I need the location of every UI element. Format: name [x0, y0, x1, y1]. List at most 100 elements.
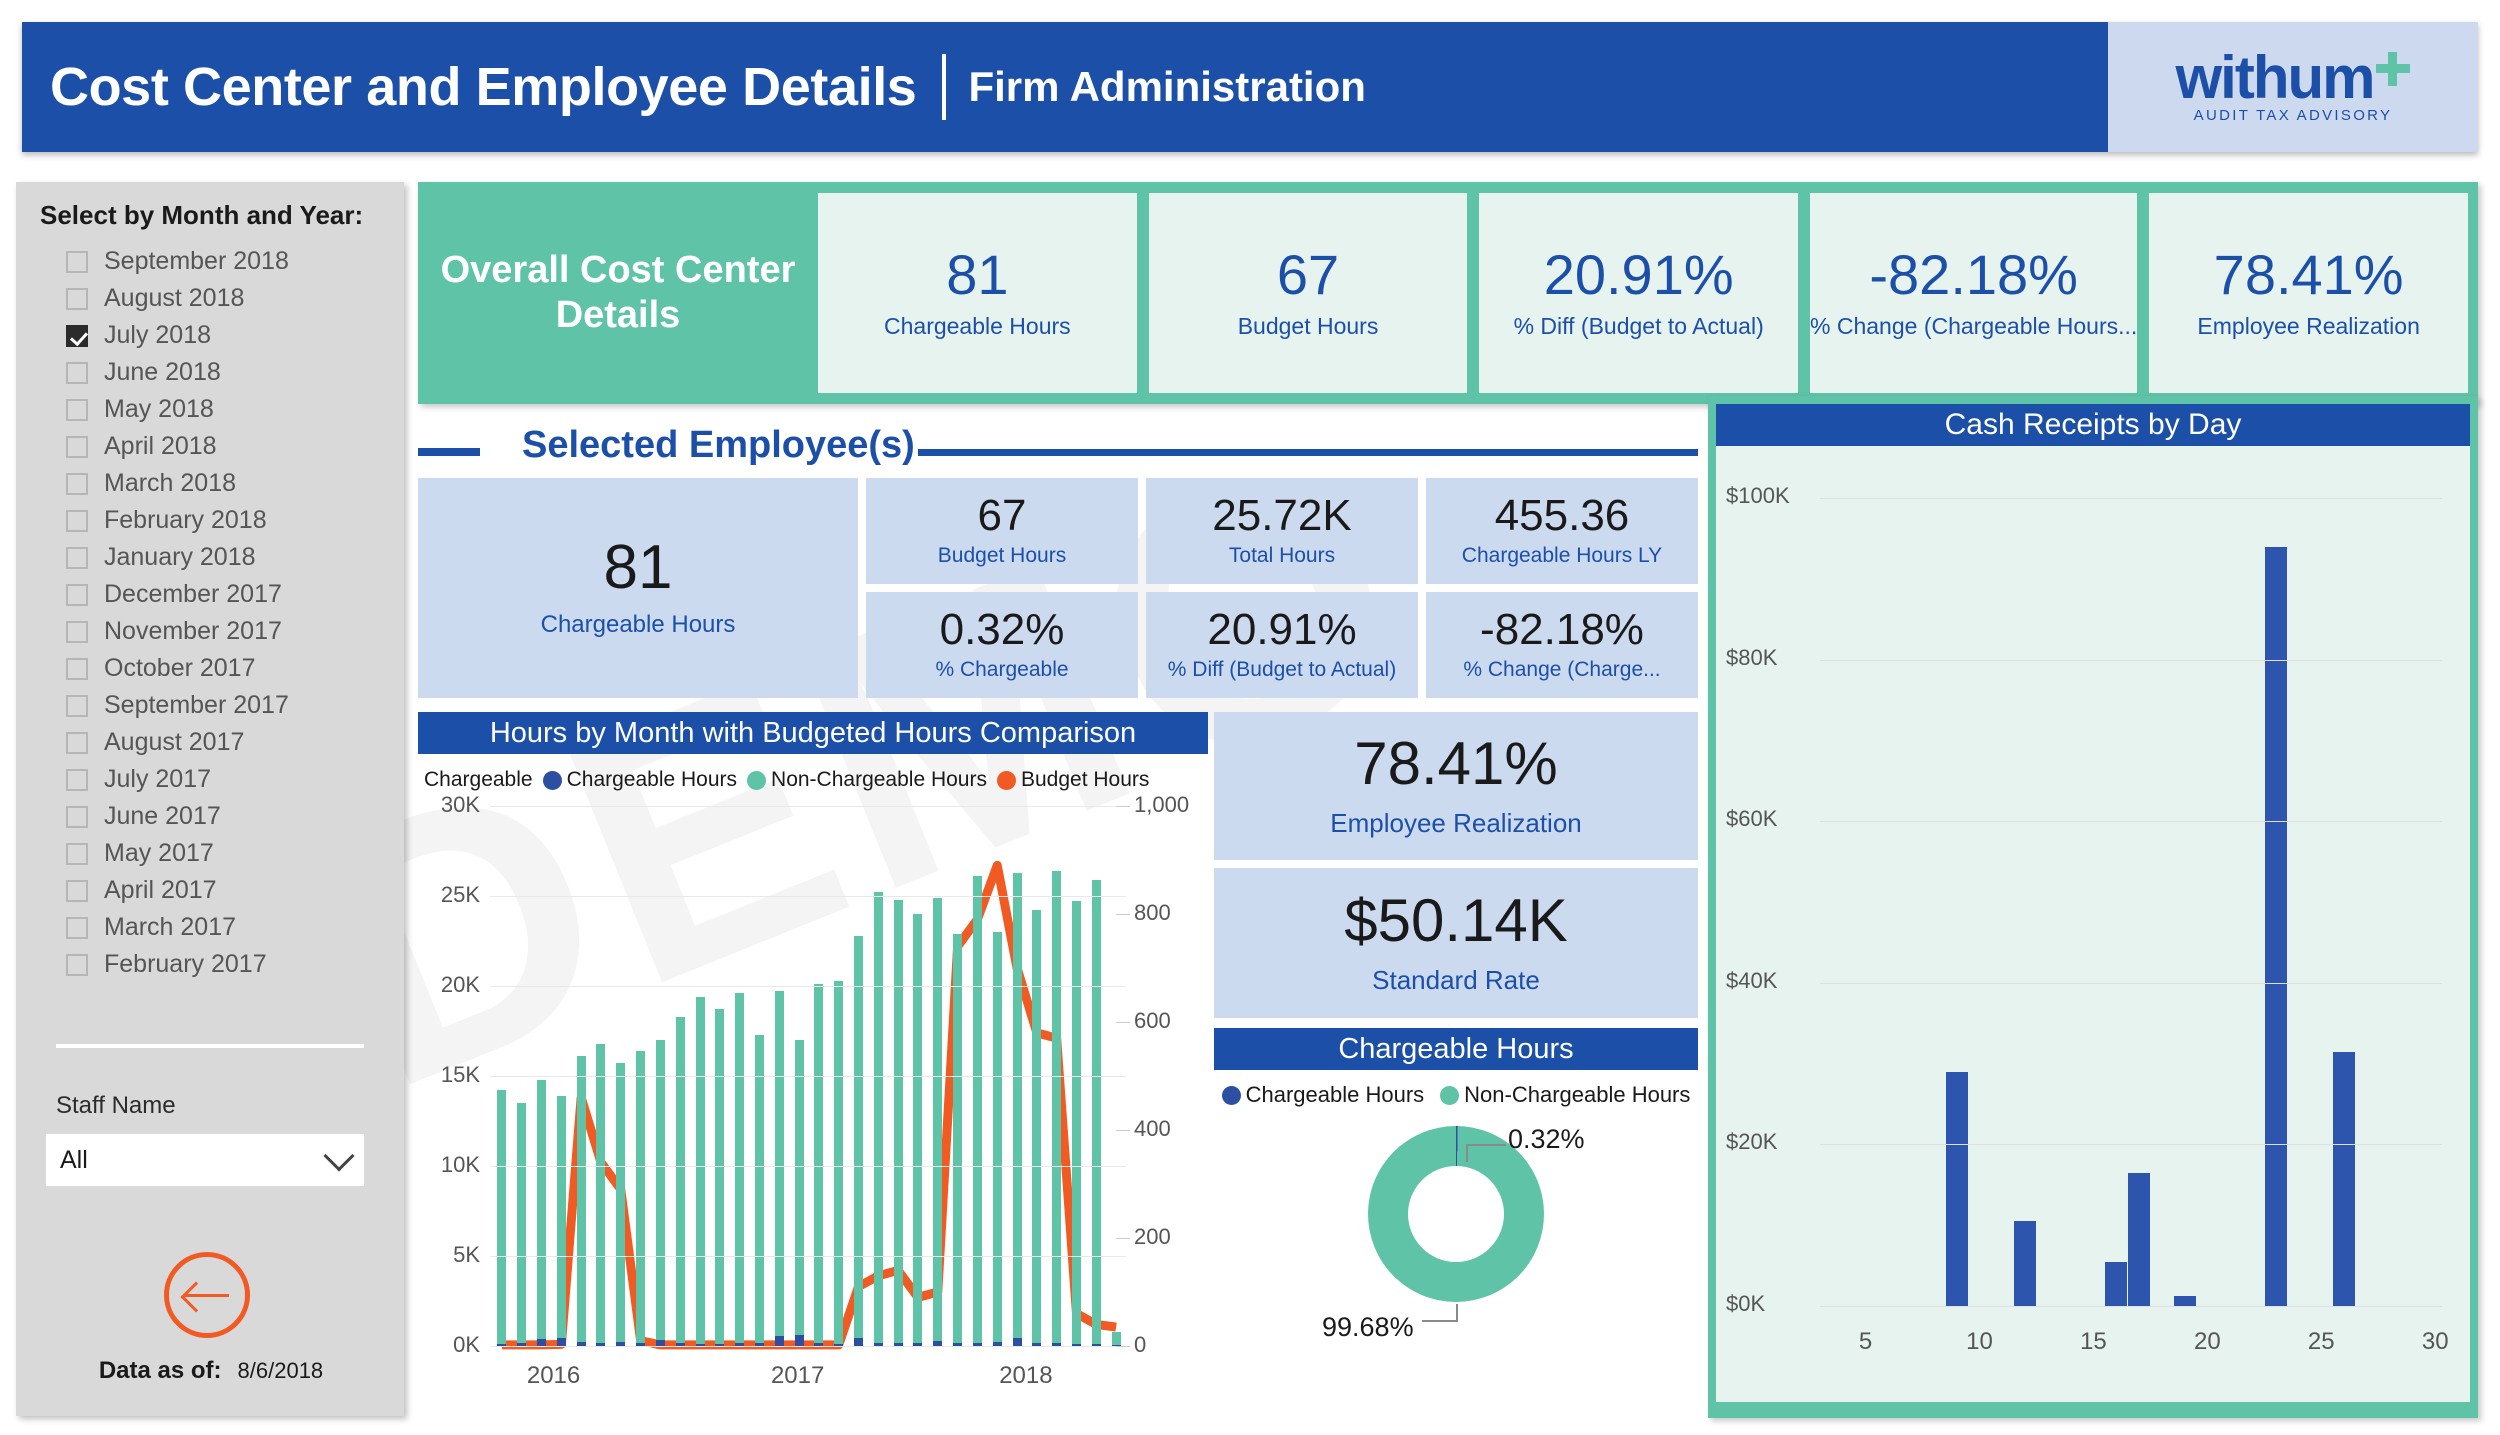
month-slicer-item[interactable]: April 2018 [40, 428, 380, 465]
month-slicer-item[interactable]: December 2017 [40, 576, 380, 613]
month-slicer-item[interactable]: February 2018 [40, 502, 380, 539]
chart-legend[interactable]: Chargeable Chargeable Hours Non-Chargeab… [418, 754, 1208, 798]
checkbox-icon[interactable] [66, 768, 88, 791]
bar-chargeable-hours[interactable] [774, 1335, 784, 1346]
checkbox-icon[interactable] [66, 953, 88, 976]
legend-item-chargeable-hours[interactable]: Chargeable Hours [542, 768, 737, 792]
bar-non-chargeable-hours[interactable] [774, 991, 784, 1346]
legend-item-chargeable-hours[interactable]: Chargeable Hours [1221, 1082, 1424, 1108]
bar-non-chargeable-hours[interactable] [1032, 910, 1042, 1346]
bar-non-chargeable-hours[interactable] [537, 1079, 547, 1346]
bar-non-chargeable-hours[interactable] [754, 1034, 764, 1346]
bar-non-chargeable-hours[interactable] [497, 1090, 507, 1346]
bar-non-chargeable-hours[interactable] [854, 935, 864, 1346]
checkbox-icon[interactable] [66, 509, 88, 532]
selected-employee-kpi-card[interactable]: 67 Budget Hours [866, 478, 1138, 584]
checkbox-icon[interactable] [66, 620, 88, 643]
bar-non-chargeable-hours[interactable] [655, 1040, 665, 1346]
selected-employee-kpi-card[interactable]: -82.18% % Change (Charge... [1426, 592, 1698, 698]
checkbox-icon[interactable] [66, 546, 88, 569]
checkbox-checked-icon[interactable] [66, 324, 88, 347]
bar-non-chargeable-hours[interactable] [873, 892, 883, 1346]
bar-non-chargeable-hours[interactable] [1111, 1331, 1121, 1346]
month-slicer-item[interactable]: March 2017 [40, 909, 380, 946]
donut-chart-legend[interactable]: Chargeable Hours Non-Chargeable Hours [1214, 1070, 1698, 1114]
donut-chart-area[interactable]: 0.32% 99.68% [1214, 1114, 1698, 1364]
bar-non-chargeable-hours[interactable] [972, 876, 982, 1346]
overall-kpi-card[interactable]: 81 Chargeable Hours [818, 193, 1137, 393]
cash-receipts-bar[interactable] [1945, 1071, 1968, 1306]
checkbox-icon[interactable] [66, 250, 88, 273]
selected-employee-kpi-card[interactable]: 20.91% % Diff (Budget to Actual) [1146, 592, 1418, 698]
bar-non-chargeable-hours[interactable] [953, 933, 963, 1346]
cash-receipts-bar[interactable] [2014, 1221, 2037, 1306]
checkbox-icon[interactable] [66, 472, 88, 495]
selected-employee-kpi-card[interactable]: 455.36 Chargeable Hours LY [1426, 478, 1698, 584]
checkbox-icon[interactable] [66, 842, 88, 865]
selected-employee-kpi-card[interactable]: 25.72K Total Hours [1146, 478, 1418, 584]
checkbox-icon[interactable] [66, 916, 88, 939]
checkbox-icon[interactable] [66, 361, 88, 384]
month-slicer-item[interactable]: March 2018 [40, 465, 380, 502]
month-slicer-item[interactable]: October 2017 [40, 650, 380, 687]
bar-non-chargeable-hours[interactable] [933, 897, 943, 1346]
bar-non-chargeable-hours[interactable] [675, 1016, 685, 1346]
month-slicer-item[interactable]: May 2018 [40, 391, 380, 428]
bar-chargeable-hours[interactable] [854, 1338, 864, 1346]
checkbox-icon[interactable] [66, 694, 88, 717]
cash-receipts-bar[interactable] [2128, 1172, 2150, 1306]
bar-non-chargeable-hours[interactable] [913, 914, 923, 1346]
checkbox-icon[interactable] [66, 657, 88, 680]
bar-non-chargeable-hours[interactable] [616, 1063, 626, 1346]
bar-non-chargeable-hours[interactable] [1052, 870, 1062, 1346]
checkbox-icon[interactable] [66, 287, 88, 310]
month-slicer-item[interactable]: January 2018 [40, 539, 380, 576]
bar-chargeable-hours[interactable] [537, 1339, 547, 1346]
month-slicer-item[interactable]: April 2017 [40, 872, 380, 909]
month-slicer-item[interactable]: February 2017 [40, 946, 380, 983]
overall-kpi-card[interactable]: -82.18% % Change (Chargeable Hours... [1810, 193, 2138, 393]
checkbox-icon[interactable] [66, 435, 88, 458]
month-slicer-item[interactable]: July 2018 [40, 317, 380, 354]
bar-non-chargeable-hours[interactable] [735, 993, 745, 1346]
checkbox-icon[interactable] [66, 805, 88, 828]
kpi-card-standard-rate[interactable]: $50.14K Standard Rate [1214, 868, 1698, 1018]
month-slicer-item[interactable]: May 2017 [40, 835, 380, 872]
bar-non-chargeable-hours[interactable] [576, 1056, 586, 1346]
bar-non-chargeable-hours[interactable] [556, 1095, 566, 1346]
bar-non-chargeable-hours[interactable] [834, 980, 844, 1346]
cash-receipts-bar[interactable] [2105, 1261, 2128, 1306]
overall-kpi-card[interactable]: 67 Budget Hours [1148, 193, 1468, 393]
month-slicer-item[interactable]: August 2018 [40, 280, 380, 317]
bar-non-chargeable-hours[interactable] [992, 932, 1002, 1346]
month-slicer-item[interactable]: July 2017 [40, 761, 380, 798]
checkbox-icon[interactable] [66, 731, 88, 754]
month-slicer-item[interactable]: September 2017 [40, 687, 380, 724]
month-slicer-item[interactable]: September 2018 [40, 243, 380, 280]
bar-non-chargeable-hours[interactable] [715, 1009, 725, 1346]
bar-non-chargeable-hours[interactable] [596, 1043, 606, 1346]
bar-non-chargeable-hours[interactable] [893, 899, 903, 1346]
selected-employee-kpi-card[interactable]: 0.32% % Chargeable [866, 592, 1138, 698]
legend-item-budget-hours[interactable]: Budget Hours [996, 768, 1149, 792]
bar-chargeable-hours[interactable] [794, 1334, 804, 1346]
bar-non-chargeable-hours[interactable] [1071, 901, 1081, 1346]
cash-receipts-bar[interactable] [2333, 1051, 2356, 1306]
bar-non-chargeable-hours[interactable] [636, 1050, 646, 1346]
overall-kpi-card[interactable]: 78.41% Employee Realization [2149, 193, 2468, 393]
bar-chargeable-hours[interactable] [1012, 1338, 1022, 1346]
cash-receipts-bar[interactable] [2173, 1296, 2196, 1306]
staff-name-dropdown[interactable]: All [46, 1134, 364, 1186]
bar-non-chargeable-hours[interactable] [695, 996, 705, 1346]
month-slicer-item[interactable]: August 2017 [40, 724, 380, 761]
hours-by-month-chart[interactable]: Hours by Month with Budgeted Hours Compa… [418, 712, 1208, 1418]
kpi-card-chargeable-hours[interactable]: 81 Chargeable Hours [418, 478, 858, 698]
legend-item-non-chargeable-hours[interactable]: Non-Chargeable Hours [1440, 1082, 1690, 1108]
checkbox-icon[interactable] [66, 398, 88, 421]
overall-kpi-card[interactable]: 20.91% % Diff (Budget to Actual) [1479, 193, 1799, 393]
month-slicer-list[interactable]: September 2018 August 2018 July 2018 June 2… [40, 243, 380, 983]
back-button[interactable] [164, 1252, 250, 1338]
checkbox-icon[interactable] [66, 583, 88, 606]
bar-chargeable-hours[interactable] [556, 1337, 566, 1346]
month-slicer-item[interactable]: November 2017 [40, 613, 380, 650]
